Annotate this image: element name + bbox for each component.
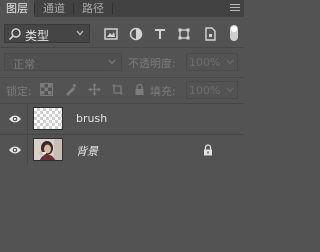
adjustment-filter-icon[interactable] <box>129 27 143 41</box>
blend-mode-select[interactable]: 正常 <box>4 53 122 71</box>
column-divider <box>27 135 28 165</box>
chevron-down-icon <box>226 59 234 65</box>
portrait-photo-icon <box>34 139 62 160</box>
image-filter-icon[interactable] <box>104 27 118 41</box>
tab-layers[interactable]: 图层 <box>0 0 34 17</box>
chevron-down-icon <box>108 59 116 65</box>
filter-kind-select[interactable]: 类型 <box>4 24 90 43</box>
opacity-field[interactable]: 100% <box>186 53 238 71</box>
layer-thumbnail <box>33 107 63 130</box>
layer-row-brush[interactable]: brush <box>0 104 244 135</box>
type-filter-icon[interactable] <box>153 27 167 41</box>
blend-mode-value: 正常 <box>13 58 35 71</box>
column-divider <box>27 104 28 134</box>
lock-artboard-icon[interactable] <box>111 83 124 96</box>
filter-toggle-icon[interactable] <box>230 25 238 41</box>
smart-object-filter-icon[interactable] <box>203 27 217 41</box>
tab-divider <box>112 3 113 14</box>
divider <box>0 77 244 78</box>
lock-position-icon[interactable] <box>88 83 101 96</box>
lock-label: 锁定: <box>6 85 32 98</box>
panel-tab-bar: 图层 通道 路径 <box>0 0 244 17</box>
panel-menu-icon[interactable] <box>230 4 240 13</box>
filter-kind-label: 类型 <box>25 29 50 43</box>
chevron-down-icon <box>226 87 234 93</box>
layer-name[interactable]: brush <box>76 112 107 125</box>
tab-channels[interactable]: 通道 <box>35 0 73 17</box>
layers-panel: 图层 通道 路径 类型 正常 不透明度: 100% 锁定: 填充: 100% b… <box>0 0 244 252</box>
divider <box>0 47 244 48</box>
layers-list-empty-area <box>0 165 244 252</box>
lock-all-icon[interactable] <box>133 83 146 96</box>
search-icon <box>8 28 21 41</box>
chevron-down-icon <box>76 30 84 36</box>
fill-label: 填充: <box>150 85 176 98</box>
tab-paths[interactable]: 路径 <box>74 0 112 17</box>
layer-row-background[interactable]: 背景 <box>0 135 244 166</box>
visibility-eye-icon[interactable] <box>8 144 22 156</box>
opacity-value: 100% <box>189 56 221 69</box>
fill-field[interactable]: 100% <box>186 81 238 99</box>
layer-thumbnail <box>33 138 63 161</box>
fill-value: 100% <box>189 84 221 97</box>
lock-image-pixels-icon[interactable] <box>64 83 77 96</box>
shape-filter-icon[interactable] <box>177 27 191 41</box>
visibility-eye-icon[interactable] <box>8 113 22 125</box>
lock-transparent-pixels-icon[interactable] <box>40 83 53 96</box>
lock-icon <box>204 144 212 156</box>
layer-name[interactable]: 背景 <box>76 143 98 159</box>
opacity-label: 不透明度: <box>128 57 176 70</box>
